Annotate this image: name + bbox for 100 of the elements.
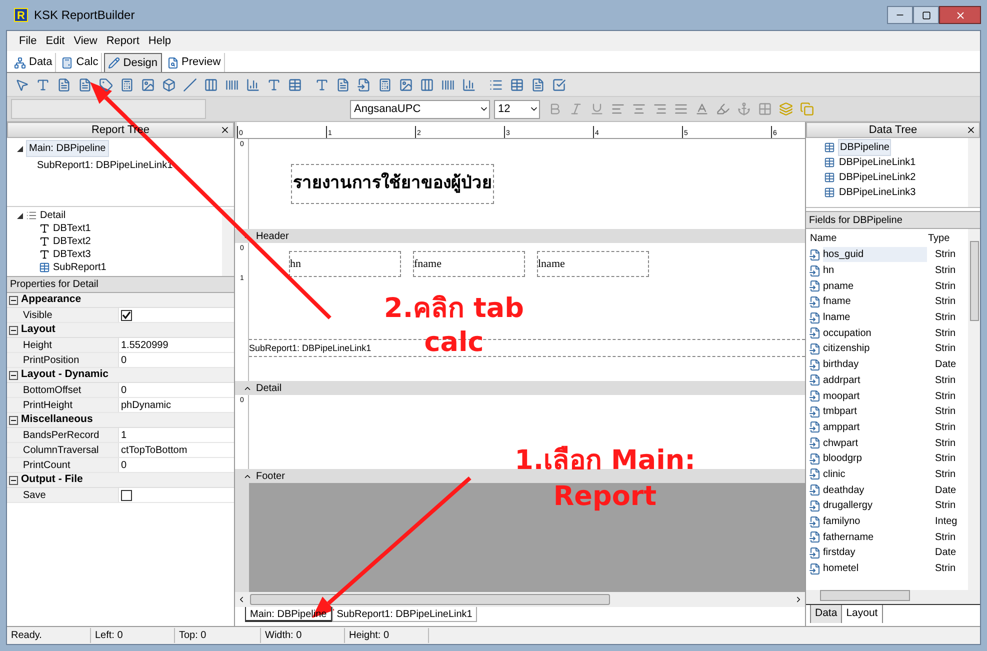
tree-item[interactable]: DBText1	[53, 222, 91, 235]
tree-item[interactable]: Main: DBPipeline	[26, 140, 109, 157]
field-name[interactable]: bloodgrp	[823, 451, 927, 466]
close-button[interactable]	[220, 125, 230, 135]
collapse-icon[interactable]	[9, 296, 18, 304]
scrollbar[interactable]	[968, 229, 980, 590]
image-icon	[398, 78, 412, 92]
property-group: Miscellaneous	[21, 412, 93, 428]
scroll-thumb[interactable]	[970, 241, 978, 321]
field-name[interactable]: chwpart	[823, 436, 927, 451]
property-value[interactable]: phDynamic	[119, 398, 172, 412]
field-name[interactable]: lname	[823, 310, 927, 326]
field-icon	[809, 264, 821, 277]
field-name[interactable]: moopart	[823, 388, 927, 404]
status-text: Height: 0	[345, 628, 429, 643]
letter-icon	[314, 78, 328, 92]
tree-item[interactable]: DBPipeLineLink3	[838, 185, 917, 200]
property-name: Visible	[7, 308, 119, 322]
view-tab[interactable]: Data	[11, 53, 56, 72]
collapse-icon[interactable]	[17, 146, 23, 152]
scrollbar[interactable]	[222, 209, 234, 276]
pointer-icon	[14, 78, 28, 92]
line-icon	[182, 78, 196, 92]
collapse-icon[interactable]	[17, 212, 23, 218]
db-text-field[interactable]: hn	[289, 251, 401, 277]
tree-item[interactable]: DBPipeLineLink2	[838, 170, 917, 185]
field-name[interactable]: fathername	[823, 530, 927, 545]
horizontal-scrollbar[interactable]	[235, 592, 805, 607]
property-value[interactable]: 1.5520999	[119, 338, 168, 352]
band-label: Footer	[256, 470, 285, 484]
field-name[interactable]: familyno	[823, 514, 927, 530]
menu-item[interactable]: File	[19, 32, 37, 50]
checkbox[interactable]	[121, 490, 132, 500]
menu-item[interactable]: Help	[148, 32, 172, 50]
property-value[interactable]: 0	[119, 458, 127, 472]
property-value[interactable]: 0	[119, 352, 127, 368]
db-text-field[interactable]: lname	[537, 251, 649, 277]
collapse-icon[interactable]	[9, 326, 18, 334]
field-name[interactable]: hometel	[823, 561, 927, 576]
view-tab[interactable]: Preview	[164, 53, 225, 72]
field-name[interactable]: addrpart	[823, 372, 927, 388]
collapse-icon[interactable]	[9, 370, 18, 380]
tree-item[interactable]: DBPipeLineLink1	[838, 155, 917, 170]
property-name: ColumnTraversal	[7, 443, 119, 457]
property-name: Save	[7, 488, 119, 502]
scroll-thumb[interactable]	[820, 590, 910, 601]
db-text-field[interactable]: fname	[413, 251, 525, 277]
tree-item[interactable]: DBPipeline	[838, 139, 892, 156]
tree-item[interactable]: SubReport1: DBPipeLineLink1	[35, 158, 175, 173]
table-icon	[510, 78, 524, 92]
tree-item[interactable]: DBText2	[53, 235, 91, 248]
field-name[interactable]: citizenship	[823, 341, 927, 356]
pencil-icon	[108, 57, 120, 69]
tag-icon	[98, 78, 112, 92]
field-type: Strin	[934, 295, 956, 310]
field-name[interactable]: fname	[823, 294, 927, 310]
field-icon	[809, 484, 821, 496]
field-name[interactable]: occupation	[823, 326, 927, 341]
size-select[interactable]: 12	[494, 100, 540, 118]
scroll-thumb[interactable]	[250, 594, 610, 605]
property-value[interactable]: ctTopToBottom	[119, 442, 188, 458]
collapse-icon[interactable]	[9, 416, 18, 424]
field-name[interactable]: birthday	[823, 357, 927, 372]
field-name[interactable]: pname	[823, 278, 927, 294]
field-name[interactable]: drugallergy	[823, 498, 927, 514]
font-select[interactable]: AngsanaUPC	[350, 100, 490, 118]
field-name[interactable]: amppart	[823, 420, 927, 435]
letter-icon	[36, 78, 50, 92]
field-name[interactable]: hos_guid	[823, 247, 927, 262]
menu-item[interactable]: Report	[106, 32, 140, 50]
report-tab[interactable]: SubReport1: DBPipeLineLink1	[332, 607, 478, 622]
field-icon	[809, 248, 821, 261]
field-name[interactable]: deathday	[823, 482, 927, 498]
tree-item[interactable]: DBText3	[53, 248, 91, 261]
property-value[interactable]: 0	[119, 382, 127, 398]
column-header[interactable]: Type	[928, 230, 950, 246]
tree-item[interactable]: SubReport1	[53, 261, 106, 274]
property-value[interactable]: 1	[119, 428, 127, 442]
tree-item[interactable]: Detail	[40, 209, 66, 222]
field-name[interactable]: firstday	[823, 545, 927, 560]
field-name[interactable]: hn	[823, 263, 927, 278]
close-button[interactable]	[939, 6, 981, 24]
close-button[interactable]	[966, 125, 976, 135]
scrollbar[interactable]	[968, 138, 980, 207]
app-logo: R	[14, 8, 28, 22]
field-icon	[809, 421, 821, 434]
checkbox[interactable]	[121, 310, 132, 320]
field-name[interactable]: clinic	[823, 466, 927, 482]
maximize-button[interactable]	[913, 6, 939, 24]
view-tab[interactable]: Calc	[58, 53, 102, 72]
menu-item[interactable]: View	[74, 32, 98, 50]
column-header[interactable]: Name	[810, 230, 928, 246]
field-name[interactable]: tmbpart	[823, 404, 927, 420]
send-back-icon	[800, 102, 814, 116]
menu-item[interactable]: Edit	[46, 32, 65, 50]
table-icon	[824, 172, 835, 183]
view-tab[interactable]: Design	[104, 53, 162, 72]
collapse-icon[interactable]	[9, 476, 18, 484]
horizontal-scrollbar[interactable]	[806, 590, 980, 604]
panel-tab[interactable]: Data	[810, 605, 842, 623]
